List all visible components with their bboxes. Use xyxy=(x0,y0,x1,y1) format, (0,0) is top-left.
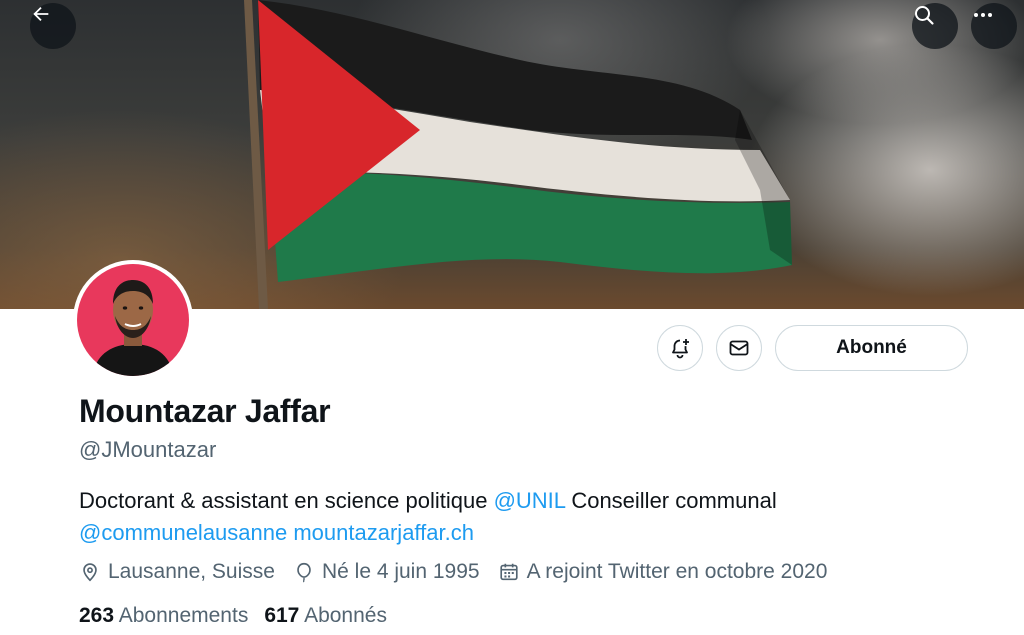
avatar[interactable] xyxy=(73,260,193,380)
location-item: Lausanne, Suisse xyxy=(79,560,275,584)
notifications-button[interactable] xyxy=(657,325,703,371)
envelope-icon xyxy=(729,340,749,356)
followers-count: 617 xyxy=(264,604,300,627)
following-button[interactable]: Abonné xyxy=(775,325,968,371)
flag-banner-image xyxy=(244,0,792,309)
profile-banner[interactable] xyxy=(0,0,1024,309)
location-pin-icon xyxy=(83,563,97,582)
followers-link[interactable]: 617 Abonnés xyxy=(264,604,387,628)
search-button[interactable] xyxy=(912,3,958,49)
search-icon xyxy=(915,6,934,25)
balloon-icon xyxy=(297,562,311,583)
mention-link-unil[interactable]: @UNIL xyxy=(494,488,566,513)
profile-meta: Lausanne, Suisse Né le 4 juin 1995 A rej… xyxy=(79,560,839,584)
calendar-icon xyxy=(499,563,518,581)
back-button[interactable] xyxy=(30,3,76,49)
birth-text: Né le 4 juin 1995 xyxy=(321,560,480,583)
bio-text: Conseiller communal xyxy=(565,488,777,513)
arrow-left-icon xyxy=(33,6,49,22)
bio-text: Doctorant & assistant en science politiq… xyxy=(79,488,494,513)
following-label: Abonnements xyxy=(118,604,249,627)
person-photo-icon xyxy=(93,280,173,376)
more-button[interactable] xyxy=(971,3,1017,49)
profile-handle: @JMountazar xyxy=(79,437,217,462)
profile-stats: 263 Abonnements 617 Abonnés xyxy=(79,604,387,628)
more-horizontal-icon xyxy=(974,13,992,17)
birth-item: Né le 4 juin 1995 xyxy=(293,560,480,584)
message-button[interactable] xyxy=(716,325,762,371)
following-link[interactable]: 263 Abonnements xyxy=(79,604,248,628)
profile-name: Mountazar Jaffar xyxy=(79,393,331,429)
bell-plus-icon xyxy=(672,339,689,359)
mention-link-communelausanne[interactable]: @communelausanne xyxy=(79,520,287,545)
joined-text: A rejoint Twitter en octobre 2020 xyxy=(526,560,828,583)
website-link[interactable]: mountazarjaffar.ch xyxy=(293,520,474,545)
joined-item: A rejoint Twitter en octobre 2020 xyxy=(498,560,828,584)
profile-bio: Doctorant & assistant en science politiq… xyxy=(79,485,979,549)
avatar-photo xyxy=(77,264,189,376)
followers-label: Abonnés xyxy=(304,604,387,627)
following-count: 263 xyxy=(79,604,115,627)
location-text: Lausanne, Suisse xyxy=(108,560,275,583)
